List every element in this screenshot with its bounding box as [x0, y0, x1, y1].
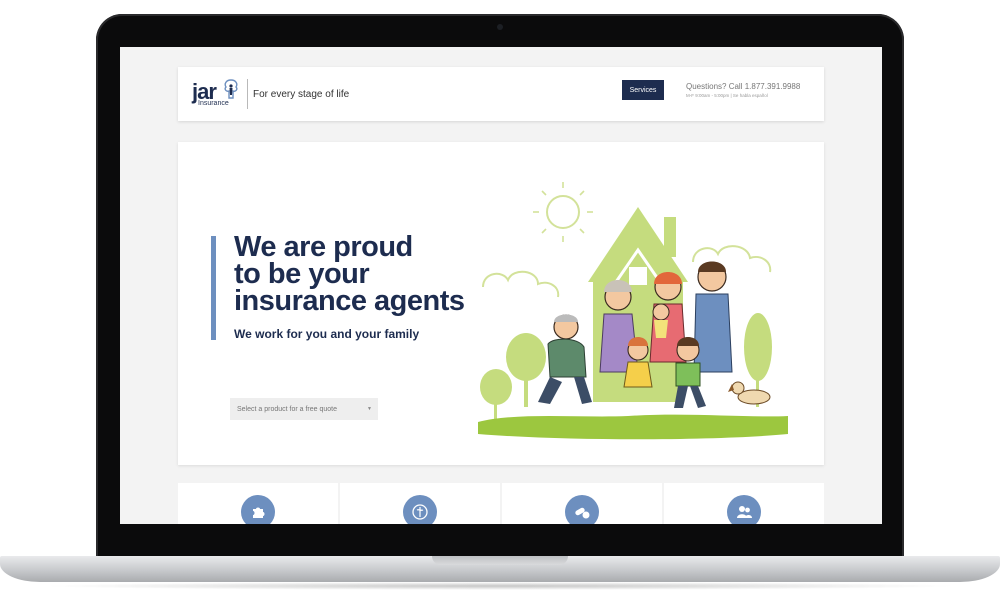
office-hours: M-F 9:00am - 5:00pm | Se habla español: [686, 93, 768, 98]
quote-product-select[interactable]: Select a product for a free quote ▼: [230, 398, 378, 420]
caret-down-icon: ▼: [367, 406, 372, 412]
headline-accent-bar: [211, 236, 216, 340]
hero-section: We are proud to be your insurance agents…: [178, 142, 824, 465]
logo-subtitle: Insurance: [198, 100, 229, 107]
medical-seal-icon: [403, 495, 437, 524]
pills-icon: [565, 495, 599, 524]
phone-contact[interactable]: Questions? Call 1.877.391.9988: [686, 82, 800, 91]
header-divider: [247, 79, 248, 109]
laptop-screen: jar Insurance For every stage of life Se…: [120, 47, 882, 524]
services-button[interactable]: Services: [622, 80, 664, 100]
laptop-shadow: [40, 582, 960, 590]
site-header: jar Insurance For every stage of life Se…: [178, 67, 824, 121]
feature-tile-1[interactable]: [178, 483, 338, 524]
tagline: For every stage of life: [253, 89, 350, 100]
laptop-mockup: jar Insurance For every stage of life Se…: [0, 0, 1000, 600]
puzzle-icon: [241, 495, 275, 524]
laptop-notch: [432, 556, 568, 565]
grass-ground: [478, 414, 788, 440]
quote-select-placeholder: Select a product for a free quote: [237, 405, 338, 413]
cloud-left-icon: [482, 270, 560, 298]
family-house-illustration: [478, 182, 788, 440]
feature-tile-4[interactable]: [664, 483, 824, 524]
camera-icon: [497, 24, 503, 30]
tree-person-icon: [224, 79, 238, 99]
feature-tile-2[interactable]: [340, 483, 500, 524]
feature-tile-3[interactable]: [502, 483, 662, 524]
people-icon: [727, 495, 761, 524]
feature-tiles: [178, 483, 824, 524]
jar-insurance-logo[interactable]: jar Insurance: [192, 79, 242, 109]
hero-subhead: We work for you and your family: [234, 327, 420, 341]
sun-icon: [533, 182, 593, 242]
